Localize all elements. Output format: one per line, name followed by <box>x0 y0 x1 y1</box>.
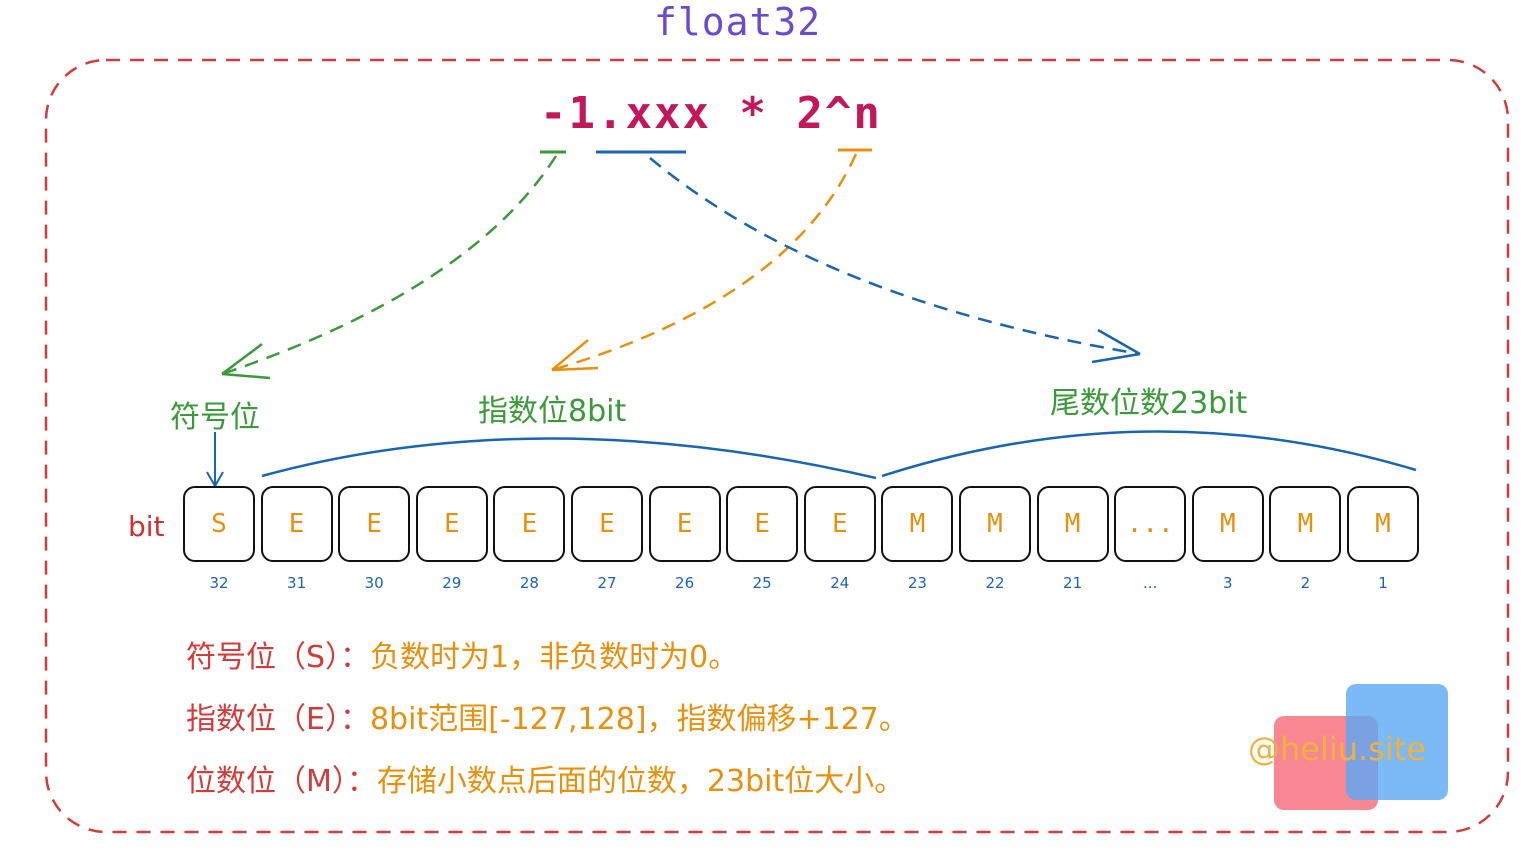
note-sign-key: 符号位（S）： <box>186 640 371 675</box>
bit-number: 28 <box>519 574 539 592</box>
watermark: @heliu.site <box>1248 730 1426 768</box>
bit-number: 30 <box>364 574 384 592</box>
sign-label: 符号位 <box>170 400 260 435</box>
bit-cell: S <box>183 486 255 562</box>
note-sign-value: 负数时为1，非负数时为0。 <box>370 640 739 675</box>
bit-number: 24 <box>830 574 850 592</box>
bit-number: 27 <box>597 574 617 592</box>
bit-number: 2 <box>1300 574 1311 592</box>
note-mantissa-value: 存储小数点后面的位数，23bit位大小。 <box>376 764 905 799</box>
bit-number: 31 <box>287 574 307 592</box>
bit-cell: E <box>415 486 488 562</box>
diagram-title: float32 <box>654 0 822 44</box>
bit-number: ... <box>1143 574 1158 592</box>
bit-number: 21 <box>1063 574 1083 592</box>
bit-cell: M <box>1036 486 1109 562</box>
mantissa-brace <box>881 430 1417 478</box>
bit-cell: M <box>881 486 954 562</box>
note-exponent-value: 8bit范围[-127,128]，指数偏移+127。 <box>369 702 909 737</box>
bit-cell: M <box>1347 486 1419 562</box>
bit-number: 3 <box>1223 574 1233 592</box>
sign-arrowhead <box>221 343 271 380</box>
note-sign: 符号位（S）：负数时为1，非负数时为0。 <box>186 632 738 676</box>
note-mantissa: 位数位（M）：存储小数点后面的位数，23bit位大小。 <box>186 756 904 800</box>
note-exponent: 指数位（E）：8bit范围[-127,128]，指数偏移+127。 <box>186 694 909 738</box>
bit-number: 23 <box>907 574 927 592</box>
exponent-arrow <box>551 153 858 372</box>
bit-cell: E <box>571 486 643 562</box>
bit-cell: M <box>959 486 1031 562</box>
sign-arrow <box>221 155 558 376</box>
mantissa-label: 尾数位数23bit <box>1050 386 1248 421</box>
diagram-canvas: float32 -1.xxx * 2^n 符号位 指数位8bit 尾数位数23b… <box>0 0 1538 860</box>
bit-cell: M <box>1191 486 1264 562</box>
bit-cell: ... <box>1114 486 1187 562</box>
formula: -1.xxx * 2^n <box>540 88 882 139</box>
bit-number: 22 <box>985 574 1005 592</box>
bit-cell: E <box>726 486 799 562</box>
mantissa-arrow <box>649 157 1141 356</box>
bit-cell: E <box>260 486 333 562</box>
note-exponent-key: 指数位（E）： <box>186 702 370 737</box>
exponent-arrowhead <box>551 339 599 372</box>
bit-cell: M <box>1269 486 1342 562</box>
bit-cell: E <box>338 486 411 562</box>
note-mantissa-key: 位数位（M）： <box>186 764 377 799</box>
bit-cell: E <box>493 486 566 562</box>
bit-cell: E <box>803 486 876 562</box>
bit-number: 1 <box>1378 574 1388 592</box>
exponent-label: 指数位8bit <box>478 394 627 429</box>
bit-number: 25 <box>752 574 772 592</box>
exponent-brace <box>261 437 877 480</box>
bit-number: 26 <box>675 574 695 592</box>
bit-label: bit <box>128 510 165 543</box>
bit-cell: E <box>648 486 721 562</box>
bit-number: 29 <box>442 574 462 592</box>
bit-number: 32 <box>209 574 229 592</box>
